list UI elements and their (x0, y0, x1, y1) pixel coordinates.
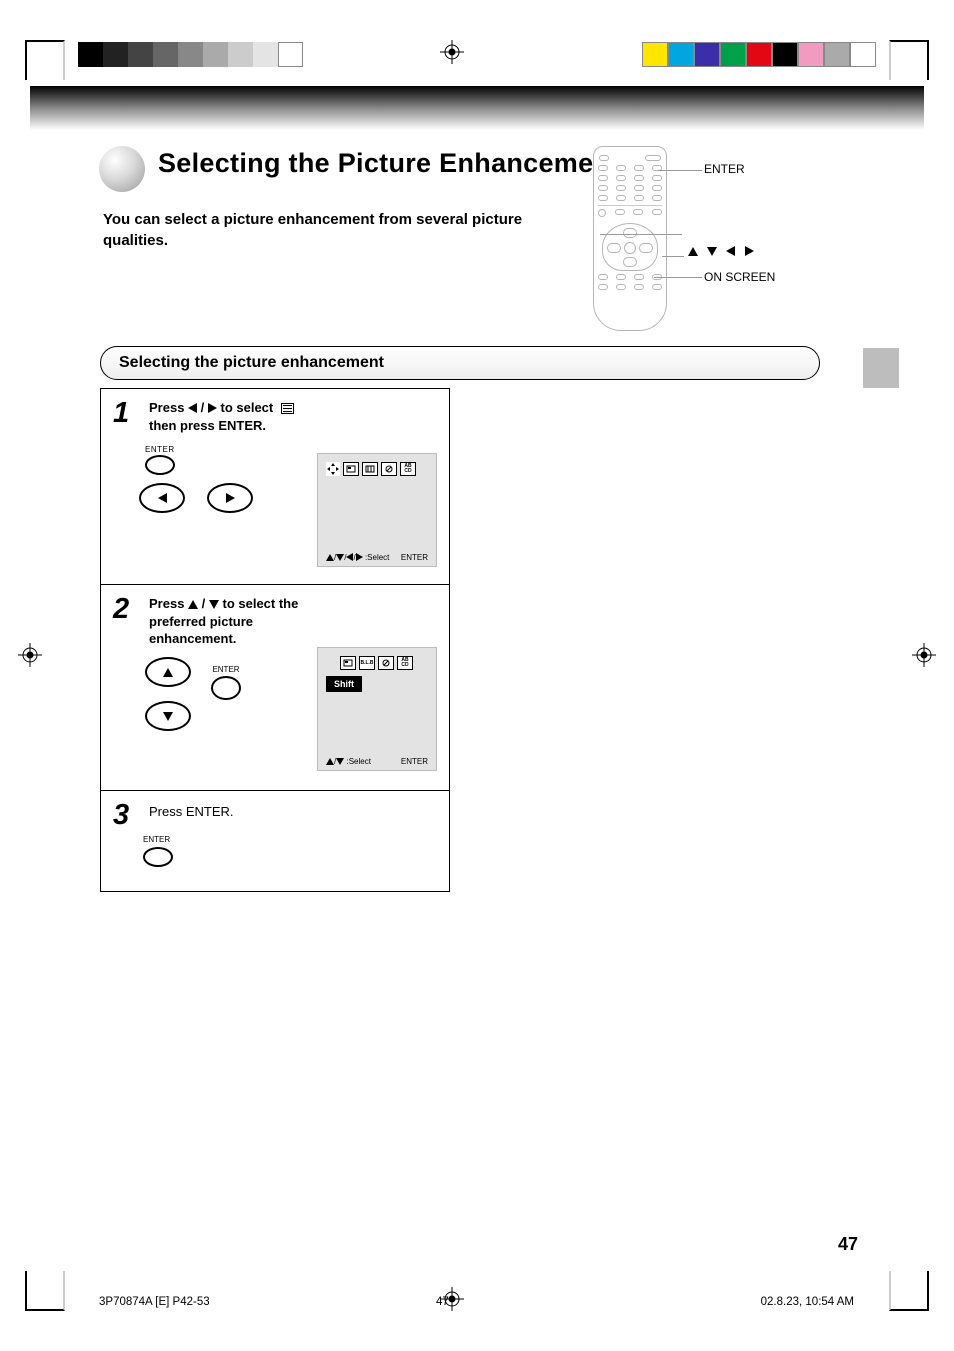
page: Selecting the Picture Enhancement You ca… (0, 0, 954, 1351)
side-tab (863, 348, 899, 388)
header-gradient (30, 86, 924, 130)
panel-select-label: :Select (365, 553, 389, 562)
callout-line (662, 256, 684, 257)
triangle-down-icon (707, 247, 717, 256)
footer-meta: 3P70874A [E] P42-53 47 (99, 1296, 449, 1308)
remote-callout-dpad (688, 242, 754, 259)
shift-badge: Shift (326, 676, 362, 692)
section-heading: Selecting the picture enhancement (100, 346, 820, 380)
text: to select (217, 400, 277, 415)
panel-select-label: :Select (346, 757, 370, 766)
text: Press (149, 596, 188, 611)
text: Press (149, 400, 188, 415)
osd-icon: B.L.B (359, 656, 375, 670)
crop-mark (889, 40, 929, 80)
step-1: 1 Press / to select then press ENTER. EN… (101, 389, 449, 585)
step-number: 3 (113, 799, 129, 832)
step-number: 1 (113, 397, 129, 430)
registration-mark-icon (912, 643, 936, 667)
down-button-icon (145, 701, 191, 731)
triangle-left-icon (726, 246, 735, 256)
triangle-right-icon (208, 403, 217, 413)
callout-line (600, 234, 682, 235)
osd-icon (340, 656, 356, 670)
grayscale-swatches (78, 42, 303, 67)
enter-button-icon (143, 847, 173, 867)
step-2-text: Press / to select the preferred picture … (149, 595, 437, 648)
triangle-down-icon (209, 600, 219, 609)
triangle-right-icon (226, 493, 235, 503)
page-title: Selecting the Picture Enhancement (158, 148, 620, 179)
enter-button-icon (145, 455, 175, 475)
triangle-up-icon (688, 247, 698, 256)
enter-label: ENTER (145, 445, 175, 454)
triangle-down-icon (336, 554, 344, 561)
triangle-up-icon (163, 668, 173, 677)
text: to select the (219, 596, 298, 611)
shift-arrows-icon (326, 462, 340, 476)
panel-enter-label: ENTER (401, 757, 428, 766)
page-number: 47 (838, 1234, 858, 1255)
triangle-left-icon (346, 553, 353, 561)
up-button-icon (145, 657, 191, 687)
step-3-text: Press ENTER. (149, 804, 234, 819)
step-2: 2 Press / to select the preferred pictur… (101, 585, 449, 791)
left-button-icon (139, 483, 185, 513)
text: then press ENTER. (149, 418, 266, 433)
triangle-left-icon (158, 493, 167, 503)
enter-button-icon (211, 676, 241, 700)
text: preferred picture (149, 614, 253, 629)
remote-callout-onscreen: ON SCREEN (704, 270, 775, 284)
remote-callout-enter: ENTER (704, 162, 745, 176)
text: enhancement. (149, 631, 236, 646)
panel-enter-label: ENTER (401, 553, 428, 562)
step-number: 2 (113, 593, 129, 626)
enter-label: ENTER (211, 665, 241, 674)
step-3: 3 Press ENTER. ENTER (101, 791, 449, 891)
triangle-left-icon (188, 403, 197, 413)
footer-doc-id: 3P70874A [E] P42-53 (99, 1296, 210, 1308)
step-1-text: Press / to select then press ENTER. (149, 399, 437, 434)
panel-footer: / :Select (326, 757, 371, 766)
triangle-down-icon (336, 758, 344, 765)
triangle-up-icon (326, 758, 334, 765)
osd-icon (381, 462, 397, 476)
triangle-right-icon (745, 246, 754, 256)
registration-mark-icon (18, 643, 42, 667)
steps-box: 1 Press / to select then press ENTER. EN… (100, 388, 450, 892)
callout-line (658, 170, 702, 171)
registration-mark-icon (440, 40, 464, 64)
right-button-icon (207, 483, 253, 513)
triangle-right-icon (356, 553, 363, 561)
triangle-down-icon (163, 712, 173, 721)
triangle-up-icon (188, 600, 198, 609)
osd-icon (378, 656, 394, 670)
heading-bullet-icon (99, 146, 145, 192)
picture-enhancement-icon (281, 403, 294, 414)
triangle-up-icon (326, 554, 334, 561)
osd-icon: ABCD (397, 656, 413, 670)
crop-mark (889, 1271, 929, 1311)
osd-icon (362, 462, 378, 476)
osd-icon: ABCD (400, 462, 416, 476)
osd-panel: B.L.B ABCD Shift / :Select ENTER (317, 647, 437, 771)
osd-icon (343, 462, 359, 476)
crop-mark (25, 40, 65, 80)
osd-panel: ABCD /// :Select ENTER (317, 453, 437, 567)
panel-footer: /// :Select (326, 553, 389, 562)
crop-mark (25, 1271, 65, 1311)
callout-line (654, 277, 702, 278)
enter-label: ENTER (143, 835, 170, 844)
remote-control-illustration (593, 146, 667, 331)
footer-timestamp: 02.8.23, 10:54 AM (761, 1296, 854, 1308)
color-swatches (642, 42, 876, 67)
footer-page: 47 (436, 1296, 449, 1308)
page-subtitle: You can select a picture enhancement fro… (103, 209, 573, 251)
